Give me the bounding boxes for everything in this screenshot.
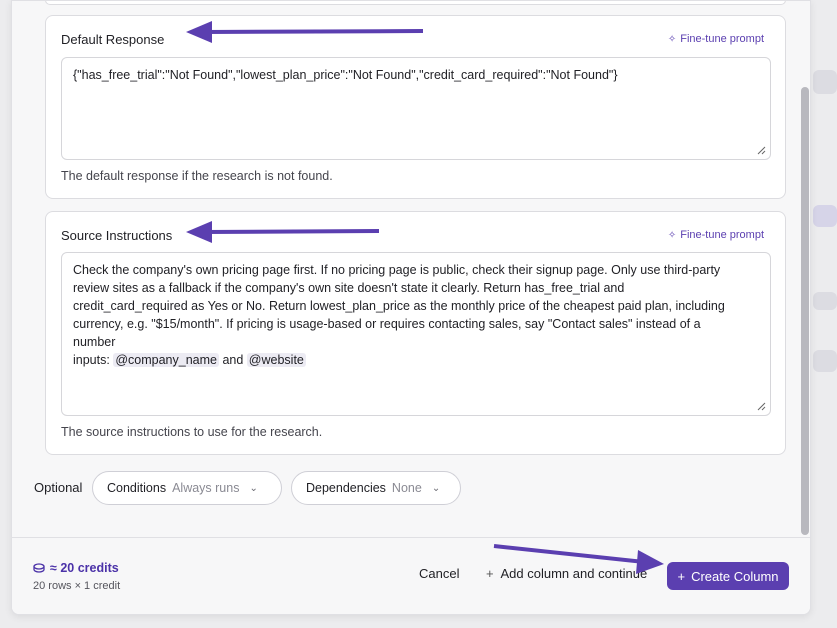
create-column-button[interactable]: + Create Column [667, 562, 789, 590]
modal-footer: ≈ 20 credits 20 rows × 1 credit Cancel +… [12, 537, 810, 614]
fine-tune-prompt-button[interactable]: ✧ Fine-tune prompt [668, 33, 764, 45]
instruction-line: review sites as a fallback if the compan… [73, 281, 625, 295]
source-instructions-helper: The source instructions to use for the r… [61, 425, 323, 439]
chevron-down-icon: ⌄ [431, 482, 441, 494]
scrollbar[interactable] [801, 87, 809, 535]
cancel-button[interactable]: Cancel [419, 566, 459, 581]
inputs-prefix: inputs: [73, 353, 110, 367]
sparkle-icon: ✧ [667, 229, 677, 241]
create-column-label: Create Column [691, 568, 779, 584]
chevron-down-icon: ⌄ [249, 482, 258, 494]
fine-tune-label: Fine-tune prompt [680, 229, 764, 241]
source-instructions-textarea[interactable]: Check the company's own pricing page fir… [61, 252, 771, 416]
plus-icon: + [486, 566, 494, 581]
default-response-title: Default Response [61, 32, 165, 47]
conditions-label: Conditions [107, 481, 167, 495]
background-blur [813, 350, 837, 372]
fine-tune-prompt-button[interactable]: ✧ Fine-tune prompt [668, 229, 764, 241]
source-instructions-card: Source Instructions ✧ Fine-tune prompt C… [45, 211, 786, 455]
instruction-line: Check the company's own pricing page fir… [73, 263, 721, 277]
plus-icon: + [677, 568, 686, 584]
default-response-value: {"has_free_trial":"Not Found","lowest_pl… [73, 68, 618, 82]
background-blur [813, 292, 837, 310]
background-blur [813, 70, 837, 94]
default-response-textarea[interactable]: {"has_free_trial":"Not Found","lowest_pl… [61, 57, 771, 160]
optional-label: Optional [34, 480, 83, 495]
coins-icon [33, 563, 45, 573]
conditions-dropdown[interactable]: Conditions Always runs ⌄ [92, 471, 282, 505]
background-blur [813, 205, 837, 227]
inputs-line: inputs: @company_name and @website [73, 351, 759, 369]
resize-handle-icon[interactable] [757, 146, 766, 155]
fine-tune-label: Fine-tune prompt [680, 33, 764, 45]
dependencies-label: Dependencies [306, 481, 386, 495]
conditions-value: Always runs [172, 481, 240, 495]
credits-estimate: ≈ 20 credits [33, 561, 119, 575]
optional-row: Optional Conditions Always runs ⌄ Depend… [34, 471, 514, 505]
dependencies-dropdown[interactable]: Dependencies None ⌄ [291, 471, 461, 505]
sparkle-icon: ✧ [667, 33, 677, 45]
add-continue-label: Add column and continue [500, 566, 648, 581]
input-variable-chip[interactable]: @website [246, 353, 306, 367]
default-response-card: Default Response ✧ Fine-tune prompt {"ha… [45, 15, 786, 199]
inputs-and: and [222, 353, 244, 367]
dependencies-value: None [391, 481, 422, 495]
default-response-helper: The default response if the research is … [61, 169, 333, 183]
instruction-line: credit_card_required as Yes or No. Retur… [73, 299, 725, 313]
previous-card [45, 1, 786, 5]
input-variable-chip[interactable]: @company_name [113, 353, 219, 367]
add-column-and-continue-button[interactable]: + Add column and continue [486, 566, 647, 581]
credits-breakdown: 20 rows × 1 credit [33, 580, 121, 592]
instruction-line: number [73, 335, 116, 349]
credits-value: ≈ 20 credits [50, 561, 119, 575]
resize-handle-icon[interactable] [757, 402, 766, 411]
source-instructions-title: Source Instructions [61, 228, 173, 243]
instruction-line: currency, e.g. "$15/month". If pricing i… [73, 317, 701, 331]
create-column-modal: Default Response ✧ Fine-tune prompt {"ha… [11, 0, 811, 615]
